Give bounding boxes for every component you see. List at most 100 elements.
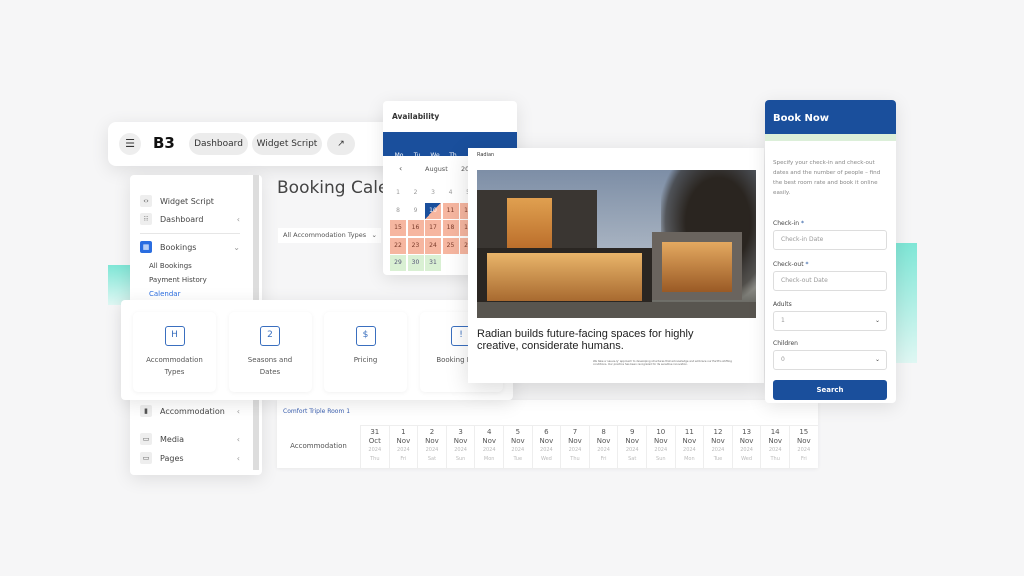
grid-icon: ⁝⁝ [140,213,152,225]
year: 2024 [654,447,668,453]
adults-select[interactable]: 1 ⌄ [773,311,887,331]
calendar-icon: ▦ [140,241,152,253]
feature-label: Seasons and Dates [247,356,293,376]
sidebar-item-media[interactable]: ▭ Media ‹ [140,433,240,445]
weekday: Thu [370,456,380,462]
day-number: 13 [742,428,752,436]
sidebar-item-dashboard[interactable]: ⁝⁝ Dashboard ‹ [140,213,240,225]
book-now-title: Book Now [773,113,829,124]
date-column-header: 13 Nov 2024 Wed [731,426,761,469]
year: 2024 [454,447,467,453]
day-number: 10 [656,428,666,436]
calendar-day[interactable]: 16 [407,220,424,236]
weekday: Wed [540,456,552,462]
weekday: Fri [800,456,807,462]
sidebar-item-accommodation[interactable]: ▮ Accommodation ‹ [140,405,240,417]
calendar-day[interactable]: 30 [407,255,424,271]
label: Accommodation [160,406,225,416]
month: Nov [425,437,439,445]
room-link[interactable]: Comfort Triple Room 1 [283,408,350,415]
sub-payment-history[interactable]: Payment History [149,276,207,284]
chevron-left-icon: ‹ [236,406,240,416]
weekday: Sat [628,456,637,462]
feature-card[interactable]: H Accommodation Types [133,312,216,392]
date-column-header: 4 Nov 2024 Mon [474,426,503,469]
nav-dashboard[interactable]: Dashboard [189,133,248,155]
calendar-day[interactable]: 10 [425,202,441,219]
day-number: 2 [429,428,435,436]
external-link-icon[interactable]: ↗ [327,133,355,155]
calendar-day[interactable]: 4 [443,185,459,201]
year: 2024 [368,447,382,453]
month: Nov [711,437,725,445]
year: 2024 [768,447,782,453]
hotel-bell-icon: H [164,326,185,346]
book-now-widget: Book Now Specify your check-in and check… [765,100,896,403]
year: 2024 [711,447,725,453]
calendar-day[interactable]: 1 [390,185,406,201]
month: Nov [539,437,554,445]
sub-all-bookings[interactable]: All Bookings [149,262,192,270]
page-title: Booking Calen [277,178,400,198]
calendar-day[interactable]: 9 [408,203,424,219]
sidebar-item-pages[interactable]: ▭ Pages ‹ [140,452,240,464]
day-number: 12 [713,428,723,436]
feature-card[interactable]: $ Pricing [324,312,407,392]
site-brand[interactable]: Radian [477,152,494,158]
sidebar-item-widget-script[interactable]: ‹› Widget Script [140,195,240,207]
feature-card[interactable]: 2 Seasons and Dates [228,312,312,392]
calendar-day[interactable]: 22 [390,237,406,254]
year: 2024 [511,447,525,453]
month: Nov [596,437,611,445]
menu-icon[interactable]: ☰ [119,133,141,155]
date-column-header: 7 Nov 2024 Thu [560,426,589,469]
month: Nov [568,437,582,445]
calendar-day[interactable]: 29 [390,255,406,271]
weekday: Fri [600,456,607,462]
weekday-label: Tu [413,152,421,159]
calendar-day[interactable]: 18 [442,220,459,236]
weekday: Sat [427,456,437,462]
checkout-input[interactable]: Check-out Date [773,271,887,291]
date-column-header: 8 Nov 2024 Fri [588,426,618,469]
checkout-label: Check-out * [773,261,809,268]
decor-teal-right [893,243,917,363]
date-column-header: 10 Nov 2024 Sun [646,426,675,469]
label: Widget Script [160,196,214,206]
calendar-day[interactable]: 15 [390,220,406,236]
weekday: Sun [455,456,466,462]
calendar-day[interactable]: 24 [425,237,441,254]
chevron-down-icon: ⌄ [874,356,880,363]
adults-label: Adults [773,301,792,308]
day-number: 14 [770,428,780,436]
checkin-input[interactable]: Check-in Date [773,230,887,250]
day-number: 5 [515,428,521,436]
calendar-day[interactable]: 3 [425,185,441,201]
hero-image-house [477,170,756,318]
weekday: Wed [741,456,753,462]
sub-calendar[interactable]: Calendar [149,290,180,298]
filter-value: All Accommodation Types [283,231,367,239]
calendar-day[interactable]: 8 [390,203,406,219]
weekday: Fri [400,456,407,462]
children-select[interactable]: 0 ⌄ [773,350,887,370]
calendar-day[interactable]: 2 [408,185,424,201]
calendar-day[interactable]: 31 [425,255,441,271]
chevron-left-icon: ‹ [236,453,240,463]
year: 2024 [568,447,582,453]
search-button[interactable]: Search [773,380,887,400]
calendar-day[interactable]: 23 [407,237,424,254]
accommodation-type-filter[interactable]: All Accommodation Types ⌄ [278,228,381,243]
calendar-day[interactable]: 11 [442,202,459,219]
checkin-label: Check-in * [773,220,805,227]
logo: B3 [153,134,175,152]
nav-widget-script[interactable]: Widget Script [252,133,322,155]
prev-month-button[interactable]: ‹ [399,164,402,173]
image-icon: ▭ [140,433,152,445]
month: Nov [653,437,668,445]
month: Nov [682,437,697,445]
year: 2024 [740,447,753,453]
sidebar-item-bookings[interactable]: ▦ Bookings ⌄ [140,241,240,253]
calendar-day[interactable]: 25 [442,237,459,254]
calendar-day[interactable]: 17 [425,220,441,236]
